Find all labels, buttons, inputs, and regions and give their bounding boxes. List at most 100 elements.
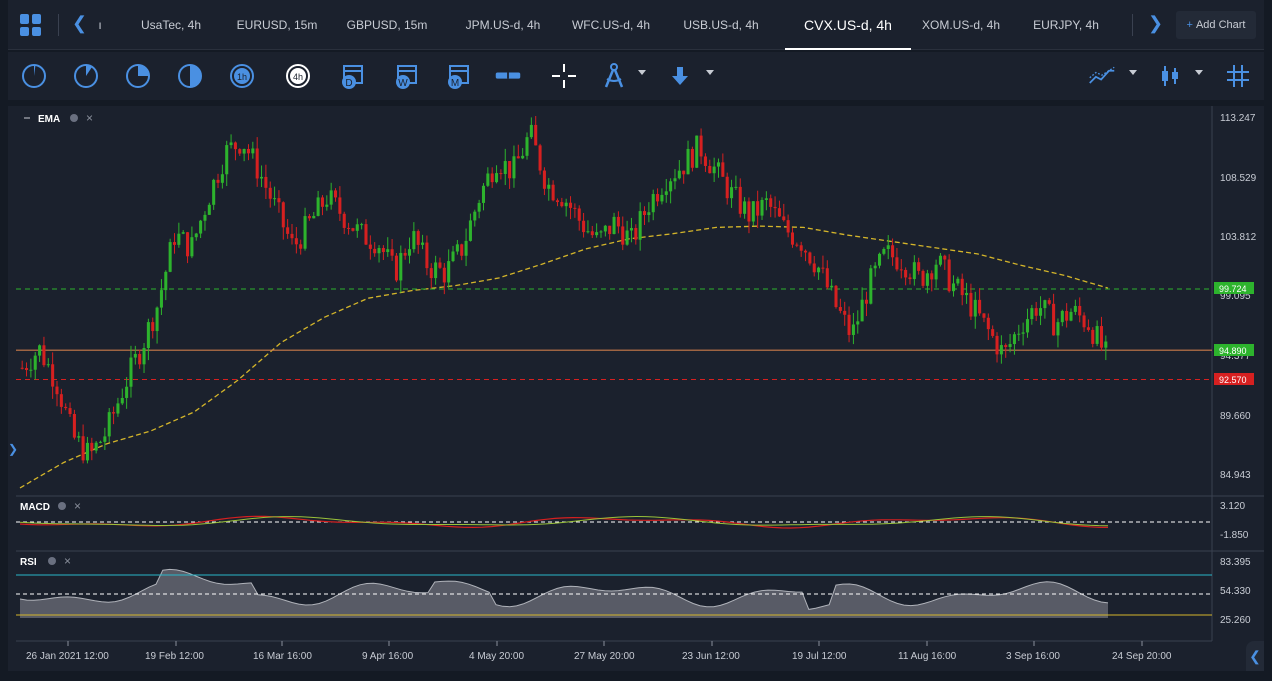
candle-body bbox=[891, 245, 895, 258]
candle-body bbox=[451, 251, 455, 262]
candle-body bbox=[1091, 329, 1095, 344]
candle-body bbox=[238, 149, 242, 154]
period-week-icon[interactable]: W bbox=[392, 62, 420, 90]
tab-usb[interactable]: USB.US-d, 4h bbox=[676, 0, 766, 50]
chart-canvas[interactable]: EMA × 113.247 108.529 103.812 99.095 94.… bbox=[8, 106, 1264, 671]
candle-body bbox=[164, 271, 168, 291]
candle-body bbox=[991, 329, 995, 336]
candle-body bbox=[390, 249, 394, 256]
candle-body bbox=[460, 244, 464, 256]
candle-body bbox=[94, 442, 98, 451]
candle-body bbox=[116, 403, 120, 414]
candle-body bbox=[864, 299, 868, 304]
candle-body bbox=[912, 262, 916, 280]
price-tick: 84.943 bbox=[1220, 470, 1251, 481]
tab-usatec[interactable]: UsaTec, 4h bbox=[126, 0, 216, 50]
candle-body bbox=[286, 227, 290, 234]
left-panel-toggle-icon[interactable]: ❯ bbox=[8, 442, 18, 456]
time-tick: 11 Aug 16:00 bbox=[898, 651, 957, 662]
tab-cvx[interactable]: CVX.US-d, 4h bbox=[785, 0, 911, 50]
candle-body bbox=[373, 248, 377, 254]
candle-type-icon[interactable] bbox=[1156, 62, 1184, 90]
price-tick: 113.247 bbox=[1220, 113, 1256, 124]
candle-body bbox=[877, 253, 882, 266]
timeframe-m15-icon[interactable] bbox=[124, 62, 152, 90]
grid-toggle-icon[interactable] bbox=[1224, 62, 1252, 90]
macd-close-icon[interactable]: × bbox=[74, 499, 81, 513]
drawing-tools-dropdown-icon[interactable] bbox=[638, 70, 646, 75]
candle-body bbox=[264, 176, 268, 188]
crosshair-icon[interactable] bbox=[550, 62, 578, 90]
indicators-icon[interactable] bbox=[1088, 62, 1120, 90]
chart-tab-bar: ❮ ı UsaTec, 4h EURUSD, 15m GBPUSD, 15m J… bbox=[8, 0, 1264, 50]
candle-body bbox=[921, 270, 925, 286]
svg-text:1h: 1h bbox=[237, 72, 247, 82]
tab-eurusd[interactable]: EURUSD, 15m bbox=[232, 0, 322, 50]
candle-body bbox=[573, 207, 577, 209]
right-panel-toggle-icon[interactable]: ❮ bbox=[1246, 641, 1264, 671]
chart-container[interactable]: EMA × 113.247 108.529 103.812 99.095 94.… bbox=[8, 106, 1264, 671]
candle-body bbox=[982, 313, 986, 318]
macd-panel: MACD × 3.120 -1.850 bbox=[16, 499, 1249, 541]
timeframe-m5-icon[interactable] bbox=[72, 62, 100, 90]
rsi-close-icon[interactable]: × bbox=[64, 554, 71, 568]
candle-body bbox=[59, 394, 63, 407]
tab-gbpusd[interactable]: GBPUSD, 15m bbox=[342, 0, 432, 50]
period-month-icon[interactable]: M bbox=[444, 62, 472, 90]
download-icon[interactable] bbox=[666, 62, 694, 90]
candle-body bbox=[233, 142, 237, 150]
timeframe-4h-icon[interactable]: 4h bbox=[284, 62, 312, 90]
add-chart-button[interactable]: + Add Chart bbox=[1176, 11, 1256, 39]
candle-body bbox=[521, 155, 525, 159]
candle-body bbox=[273, 198, 277, 200]
rsi-tick: 54.330 bbox=[1220, 586, 1251, 597]
candle-body bbox=[447, 261, 451, 283]
period-day-icon[interactable]: D bbox=[338, 62, 366, 90]
candle-body bbox=[538, 145, 542, 171]
candle-type-dropdown-icon[interactable] bbox=[1195, 70, 1203, 75]
candle-body bbox=[125, 386, 129, 398]
tab-xom[interactable]: XOM.US-d, 4h bbox=[916, 0, 1006, 50]
tab-wfc[interactable]: WFC.US-d, 4h bbox=[566, 0, 656, 50]
candle-body bbox=[394, 255, 398, 281]
drawing-tools-icon[interactable] bbox=[600, 62, 628, 90]
tabs-scroll-left-icon[interactable]: ❮ bbox=[72, 13, 87, 34]
candle-body bbox=[25, 368, 29, 371]
macd-tick: -1.850 bbox=[1220, 530, 1249, 541]
tabs-scroll-right-icon[interactable]: ❯ bbox=[1148, 13, 1163, 34]
candle-body bbox=[1043, 300, 1047, 309]
level-lines bbox=[16, 288, 1212, 381]
candle-body bbox=[599, 231, 603, 233]
indicators-dropdown-icon[interactable] bbox=[1129, 70, 1137, 75]
candle-body bbox=[294, 238, 298, 245]
ema-settings-icon[interactable] bbox=[70, 114, 78, 122]
candle-body bbox=[190, 237, 194, 257]
ema-label: EMA bbox=[38, 114, 60, 125]
bar-chart-type-icon[interactable] bbox=[494, 62, 526, 90]
macd-lines bbox=[19, 515, 1109, 529]
candle-body bbox=[969, 292, 973, 317]
download-dropdown-icon[interactable] bbox=[706, 70, 714, 75]
timeframe-m1-icon[interactable] bbox=[20, 62, 48, 90]
rsi-settings-icon[interactable] bbox=[48, 557, 56, 565]
candle-body bbox=[695, 135, 699, 168]
tab-eurjpy[interactable]: EURJPY, 4h bbox=[1024, 0, 1108, 50]
svg-text:4h: 4h bbox=[293, 72, 303, 82]
tab-jpm[interactable]: JPM.US-d, 4h bbox=[458, 0, 548, 50]
candle-body bbox=[312, 215, 316, 219]
candle-body bbox=[386, 249, 390, 253]
macd-settings-icon[interactable] bbox=[58, 502, 66, 510]
tab-separator bbox=[58, 14, 59, 36]
candle-body bbox=[429, 268, 433, 279]
candle-body bbox=[290, 233, 294, 239]
tab-truncated[interactable]: ı bbox=[90, 0, 110, 50]
timeframe-1h-icon[interactable]: 1h bbox=[228, 62, 256, 90]
candle-body bbox=[804, 250, 808, 253]
candle-body bbox=[42, 345, 46, 366]
layout-grid-icon[interactable] bbox=[20, 14, 42, 36]
timeframe-m30-icon[interactable] bbox=[176, 62, 204, 90]
ema-close-icon[interactable]: × bbox=[86, 111, 93, 125]
candle-body bbox=[403, 252, 407, 256]
candle-body bbox=[1099, 326, 1103, 348]
candle-body bbox=[834, 285, 838, 308]
